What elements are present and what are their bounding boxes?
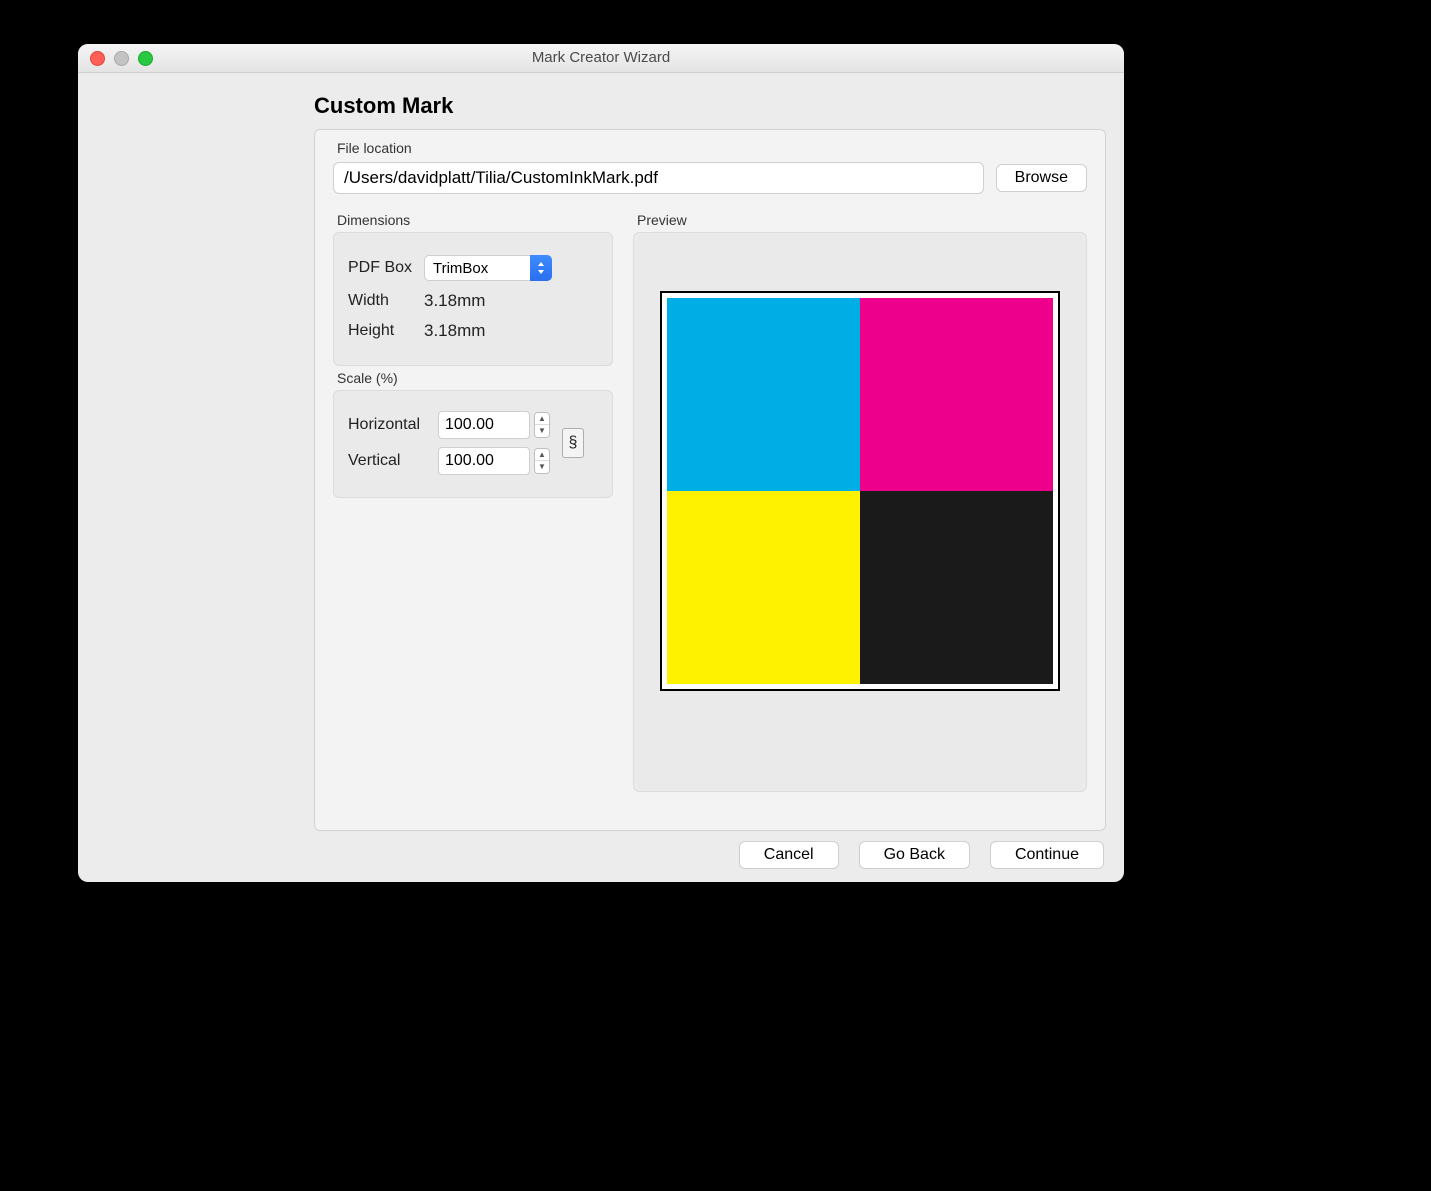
file-row: Browse	[333, 162, 1087, 194]
left-column: Dimensions PDF Box TrimBox	[333, 212, 613, 792]
horizontal-label: Horizontal	[348, 416, 438, 434]
width-value: 3.18mm	[424, 291, 485, 311]
continue-button[interactable]: Continue	[990, 841, 1104, 869]
cyan-swatch	[667, 298, 860, 491]
vertical-step-down[interactable]: ▼	[535, 461, 549, 473]
horizontal-input[interactable]	[438, 411, 530, 439]
vertical-stepper: ▲ ▼	[438, 447, 550, 475]
vertical-input[interactable]	[438, 447, 530, 475]
horizontal-stepper: ▲ ▼	[438, 411, 550, 439]
browse-button[interactable]: Browse	[996, 164, 1087, 192]
scale-panel: Horizontal ▲ ▼	[333, 390, 613, 498]
titlebar: Mark Creator Wizard	[78, 44, 1124, 73]
height-value: 3.18mm	[424, 321, 485, 341]
minimize-icon[interactable]	[114, 51, 129, 66]
right-column: Preview	[633, 212, 1087, 792]
close-icon[interactable]	[90, 51, 105, 66]
cancel-button[interactable]: Cancel	[739, 841, 839, 869]
magenta-swatch	[860, 298, 1053, 491]
footer-buttons: Cancel Go Back Continue	[739, 841, 1104, 869]
vertical-label: Vertical	[348, 452, 438, 470]
preview-panel	[633, 232, 1087, 792]
dimensions-panel: PDF Box TrimBox Width	[333, 232, 613, 366]
window-body: Custom Mark File location Browse Dimensi…	[78, 73, 1124, 882]
width-label: Width	[348, 292, 424, 310]
pdfbox-select[interactable]: TrimBox	[424, 255, 552, 281]
pdfbox-label: PDF Box	[348, 259, 424, 277]
horizontal-step-up[interactable]: ▲	[535, 413, 549, 425]
horizontal-spinner: ▲ ▼	[534, 412, 550, 438]
preview-label: Preview	[637, 212, 1087, 228]
main-panel: File location Browse Dimensions PDF Box …	[314, 129, 1106, 831]
yellow-swatch	[667, 491, 860, 684]
wizard-window: Mark Creator Wizard Custom Mark File loc…	[78, 44, 1124, 882]
preview-canvas	[660, 291, 1060, 691]
page-title: Custom Mark	[314, 93, 453, 119]
black-swatch	[860, 491, 1053, 684]
height-label: Height	[348, 322, 424, 340]
vertical-step-up[interactable]: ▲	[535, 449, 549, 461]
window-title: Mark Creator Wizard	[532, 49, 670, 66]
cmyk-swatch-grid	[667, 298, 1053, 684]
window-controls	[90, 51, 153, 66]
link-aspect-icon[interactable]: §	[562, 428, 584, 458]
scale-label: Scale (%)	[337, 370, 613, 386]
horizontal-step-down[interactable]: ▼	[535, 425, 549, 437]
vertical-spinner: ▲ ▼	[534, 448, 550, 474]
dimensions-label: Dimensions	[337, 212, 613, 228]
pdfbox-select-wrap: TrimBox	[424, 255, 552, 281]
go-back-button[interactable]: Go Back	[859, 841, 970, 869]
file-location-label: File location	[337, 140, 1105, 156]
file-path-input[interactable]	[333, 162, 984, 194]
zoom-icon[interactable]	[138, 51, 153, 66]
